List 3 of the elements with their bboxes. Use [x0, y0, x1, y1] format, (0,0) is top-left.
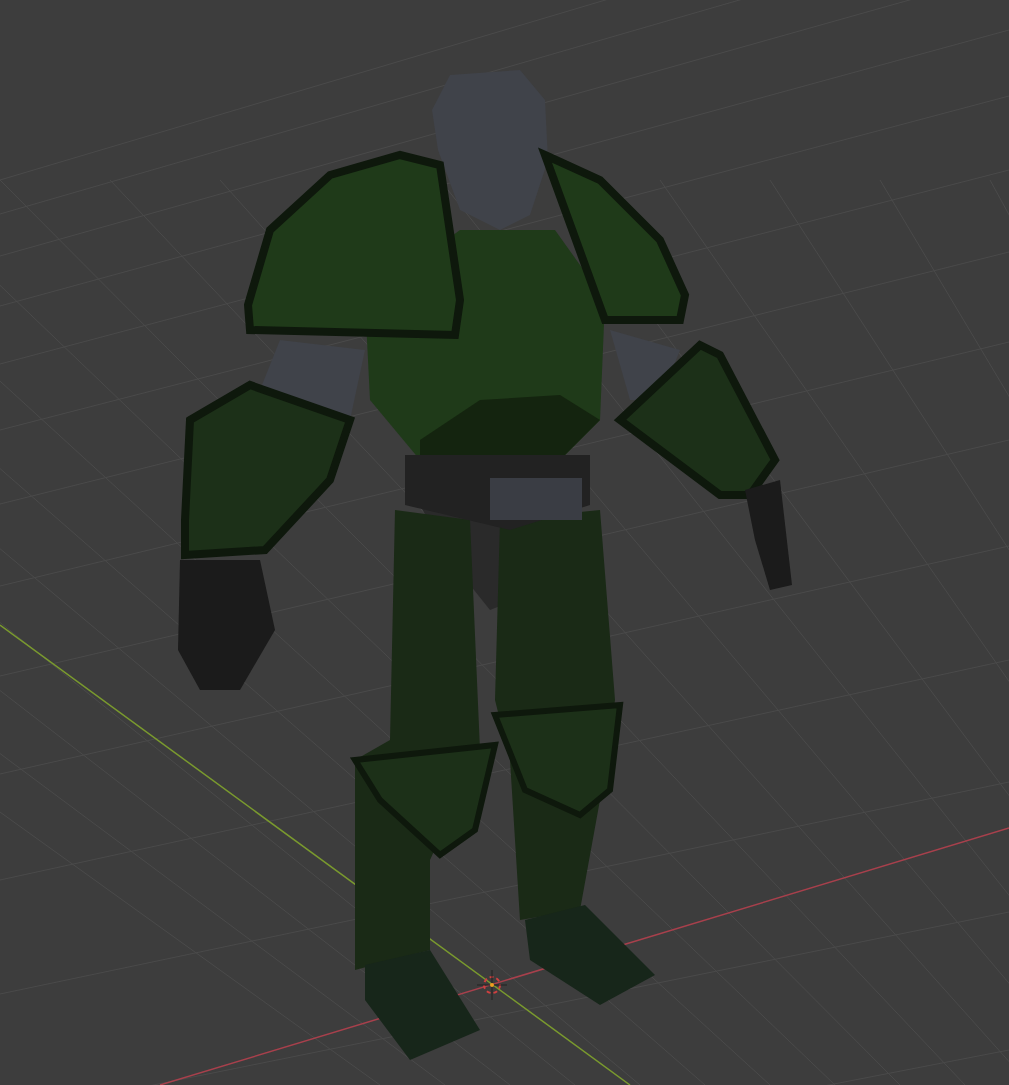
armored-character-drawing[interactable]	[178, 70, 792, 1060]
3d-cursor-icon[interactable]	[476, 969, 508, 1001]
3d-viewport[interactable]	[0, 0, 1009, 1085]
